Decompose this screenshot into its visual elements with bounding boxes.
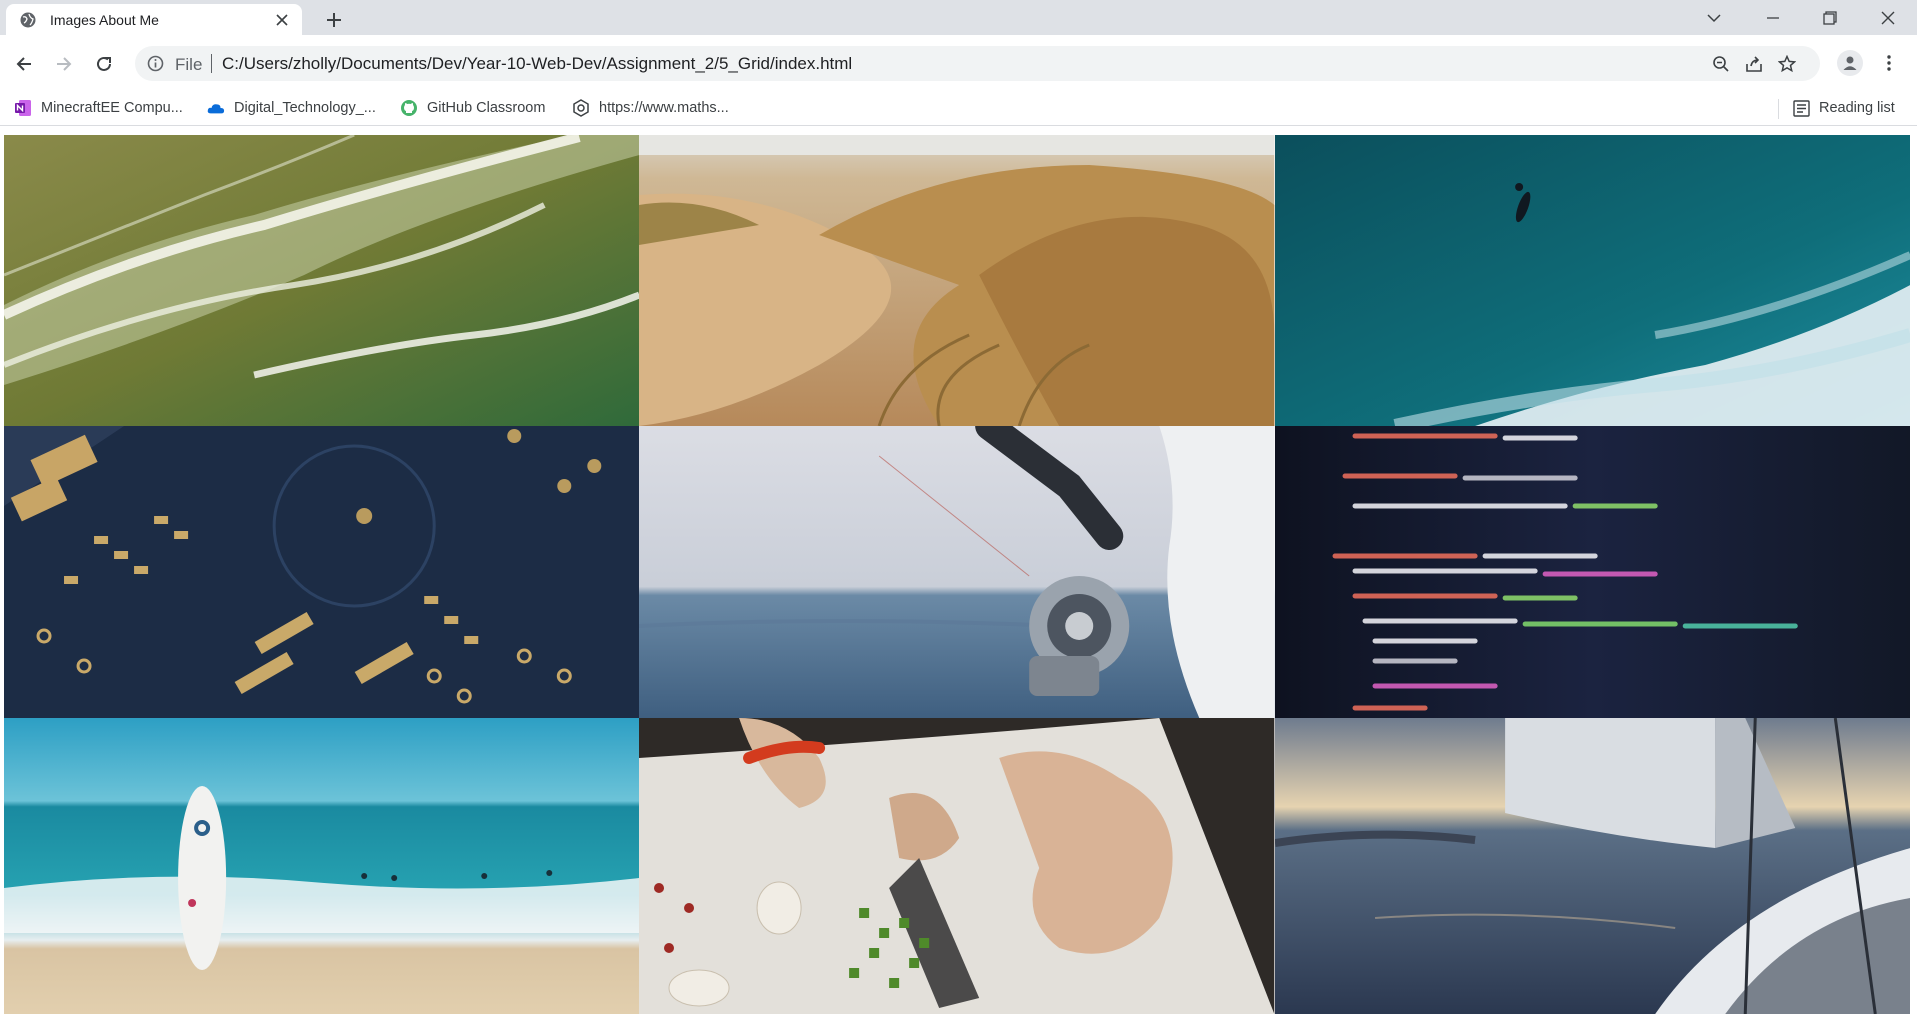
close-tab-icon[interactable] — [272, 10, 292, 30]
back-button[interactable] — [9, 49, 39, 79]
star-icon — [1778, 55, 1796, 73]
restore-icon — [1823, 11, 1837, 25]
image-circuit-board — [4, 426, 640, 718]
bookmarks-bar: MinecraftEE Compu... Digital_Technology_… — [0, 92, 1917, 126]
minimize-button[interactable] — [1759, 4, 1787, 32]
image-ocean-waves — [4, 135, 640, 426]
globe-icon — [20, 12, 36, 28]
browser-toolbar: File C:/Users/zholly/Documents/Dev/Year-… — [0, 35, 1917, 92]
bookmark-label: GitHub Classroom — [427, 100, 546, 116]
close-icon — [1881, 11, 1895, 25]
omnibox-divider — [211, 54, 212, 73]
more-vertical-icon — [1887, 55, 1891, 71]
image-sailboat-sunset — [1274, 718, 1910, 1014]
reading-list-button[interactable]: Reading list — [1792, 92, 1895, 124]
site-icon — [572, 99, 590, 117]
bookmark-star-button[interactable] — [1774, 51, 1800, 77]
minimize-icon — [1767, 17, 1779, 19]
bookmark-minecraftee[interactable]: MinecraftEE Compu... — [14, 92, 183, 124]
tab-strip: Images About Me — [0, 0, 1917, 35]
scheme-label: File — [175, 55, 203, 74]
image-chopping-vegetables — [639, 718, 1275, 1014]
image-surfboard-beach — [4, 718, 640, 1014]
reading-list-icon — [1792, 99, 1810, 117]
onedrive-cloud-icon — [207, 99, 225, 117]
zoom-out-icon — [1713, 56, 1729, 72]
reload-icon — [97, 56, 111, 71]
avatar-icon — [1843, 56, 1857, 70]
bookmark-maths-site[interactable]: https://www.maths... — [572, 92, 729, 124]
url-text[interactable]: C:/Users/zholly/Documents/Dev/Year-10-We… — [222, 54, 852, 74]
bookmarks-divider — [1778, 99, 1779, 119]
image-surfer-ocean — [1274, 135, 1910, 426]
info-icon[interactable] — [147, 55, 164, 72]
onenote-icon — [14, 99, 32, 117]
bookmark-github-classroom[interactable]: GitHub Classroom — [400, 92, 545, 124]
chevron-down-icon — [1707, 14, 1721, 23]
new-tab-button[interactable] — [322, 8, 346, 32]
zoom-button[interactable] — [1708, 51, 1734, 77]
share-button[interactable] — [1741, 51, 1767, 77]
bookmark-label: MinecraftEE Compu... — [41, 100, 183, 116]
address-bar[interactable]: File C:/Users/zholly/Documents/Dev/Year-… — [135, 46, 1820, 81]
arrow-left-icon — [16, 57, 31, 71]
tab-search-button[interactable] — [1700, 4, 1728, 32]
bookmark-digital-technology[interactable]: Digital_Technology_... — [207, 92, 376, 124]
browser-menu-button[interactable] — [1878, 50, 1900, 76]
restore-button[interactable] — [1816, 4, 1844, 32]
image-grid — [4, 135, 1910, 1014]
bookmark-label: https://www.maths... — [599, 100, 729, 116]
bookmark-label: Digital_Technology_... — [234, 100, 376, 116]
page-content — [0, 127, 1917, 1021]
image-sand-dunes — [639, 135, 1275, 426]
forward-button[interactable] — [49, 49, 79, 79]
arrow-right-icon — [57, 57, 72, 71]
plus-icon — [327, 13, 341, 27]
reload-button[interactable] — [89, 49, 119, 79]
profile-button[interactable] — [1837, 50, 1863, 76]
tab-title: Images About Me — [50, 11, 159, 28]
close-window-button[interactable] — [1874, 4, 1902, 32]
reading-list-label: Reading list — [1819, 100, 1895, 116]
image-code-screen — [1274, 426, 1910, 718]
image-fishing-reel — [639, 426, 1275, 718]
share-icon — [1746, 56, 1762, 72]
github-icon — [400, 99, 418, 117]
browser-tab[interactable]: Images About Me — [6, 4, 302, 35]
